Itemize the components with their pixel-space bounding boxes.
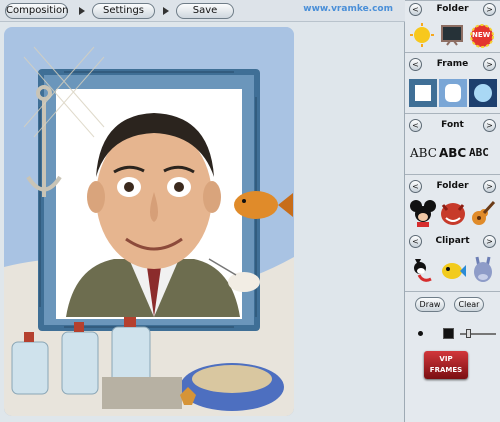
folder2-next-button[interactable]: >: [483, 180, 496, 193]
blackboard-thumbnail[interactable]: [439, 22, 465, 48]
clear-button[interactable]: Clear: [454, 297, 484, 312]
composition-image: [4, 27, 294, 416]
frame-thumbnail-1[interactable]: [409, 79, 437, 107]
devil-cartoon-thumbnail[interactable]: [439, 199, 467, 227]
top-toolbar: Composition Settings Save www.vramke.com: [0, 0, 405, 22]
new-badge-thumbnail[interactable]: NEW: [469, 22, 495, 48]
folder-bottom-title: Folder: [436, 181, 469, 191]
font-sample-3[interactable]: ABC: [469, 146, 489, 159]
frame-header: < Frame >: [405, 58, 500, 72]
frame-thumbnail-3[interactable]: [469, 79, 497, 107]
folder-top-header: < Folder >: [405, 3, 500, 17]
vip-frames-button[interactable]: VIP FRAMES: [424, 351, 468, 379]
play-arrow-icon: [163, 7, 169, 15]
settings-button[interactable]: Settings: [92, 3, 155, 19]
folder-top-title: Folder: [436, 4, 469, 14]
brand-link[interactable]: www.vramke.com: [303, 4, 393, 14]
play-arrow-icon: [79, 7, 85, 15]
clipart-next-button[interactable]: >: [483, 235, 496, 248]
right-panel: < Folder > NEW < Frame > < Font > ABC AB…: [405, 0, 500, 422]
brush-size-dot-icon[interactable]: [418, 331, 423, 336]
cat-cartoon-thumbnail[interactable]: [409, 255, 437, 285]
sun-thumbnail[interactable]: [409, 22, 435, 48]
slider-thumb[interactable]: [466, 329, 471, 338]
photo-stage[interactable]: [4, 27, 294, 416]
mouse-cartoon-thumbnail[interactable]: [409, 199, 437, 227]
donkey-cartoon-thumbnail[interactable]: [469, 255, 497, 285]
folder-bottom-header: < Folder >: [405, 180, 500, 194]
vip-line2: FRAMES: [429, 366, 463, 374]
frame-title: Frame: [436, 59, 469, 69]
folder-next-button[interactable]: >: [483, 3, 496, 16]
draw-button[interactable]: Draw: [415, 297, 445, 312]
guitar-thumbnail[interactable]: [469, 199, 497, 227]
font-next-button[interactable]: >: [483, 119, 496, 132]
font-header: < Font >: [405, 119, 500, 133]
clipart-header: < Clipart >: [405, 235, 500, 249]
clipart-title: Clipart: [435, 236, 470, 246]
composition-button[interactable]: Composition: [5, 3, 68, 19]
new-badge-label: NEW: [472, 31, 491, 39]
fish-cartoon-thumbnail[interactable]: [439, 255, 467, 285]
save-button[interactable]: Save: [176, 3, 234, 19]
font-sample-1[interactable]: ABC: [410, 146, 437, 160]
font-title: Font: [441, 120, 464, 130]
frame-next-button[interactable]: >: [483, 58, 496, 71]
canvas-area: [0, 22, 405, 422]
frame-thumbnail-2[interactable]: [439, 79, 467, 107]
color-swatch[interactable]: [443, 328, 454, 339]
vip-line1: VIP: [439, 355, 453, 363]
font-sample-2[interactable]: ABC: [439, 146, 466, 160]
